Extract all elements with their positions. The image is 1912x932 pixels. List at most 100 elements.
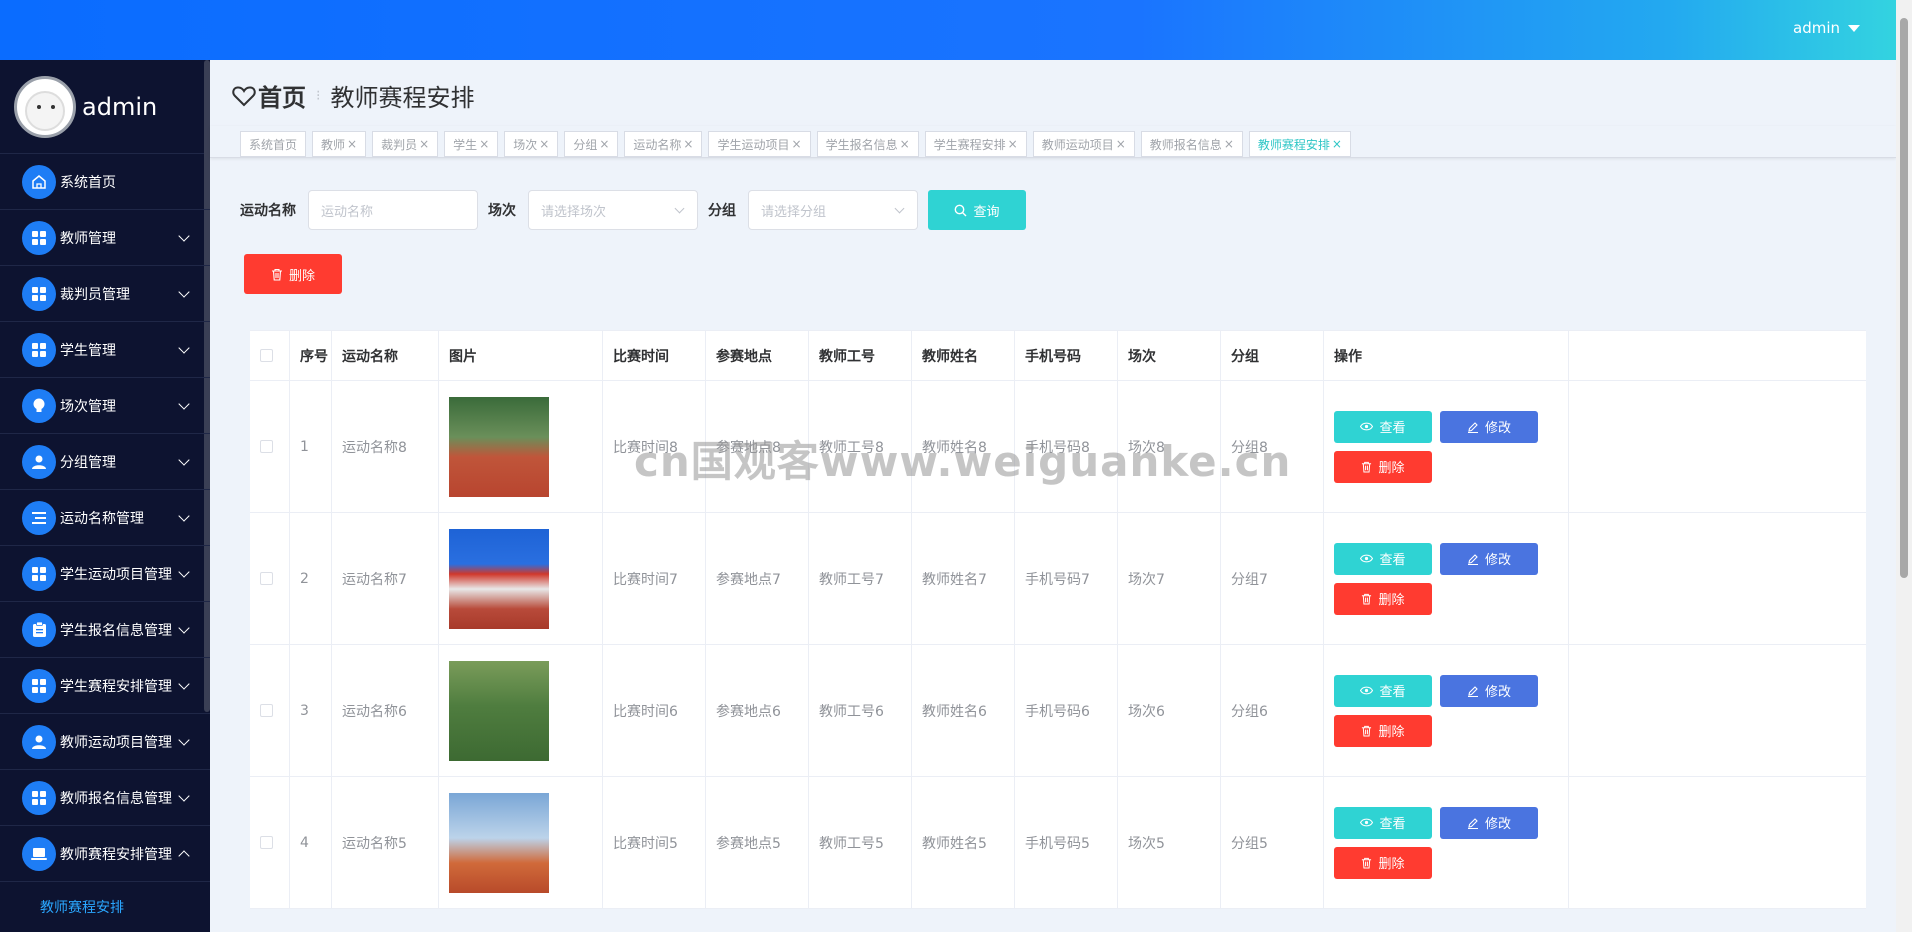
sidebar-item-label: 学生赛程安排管理 — [60, 678, 172, 695]
close-icon[interactable]: × — [599, 137, 609, 151]
tab-tag[interactable]: 学生报名信息 × — [816, 131, 919, 157]
sidebar-item[interactable]: 系统首页 — [0, 154, 210, 210]
round-select[interactable]: 请选择场次 — [528, 190, 698, 230]
tab-tag-label: 场次 — [513, 137, 538, 152]
close-icon[interactable]: × — [347, 137, 357, 151]
close-icon[interactable]: × — [1116, 137, 1126, 151]
close-icon[interactable]: × — [792, 137, 802, 151]
sidebar-item-label: 分组管理 — [60, 454, 116, 471]
sport-photo[interactable] — [449, 660, 549, 761]
cell-place: 参赛地点8 — [706, 381, 809, 512]
column-header: 比赛时间 — [603, 331, 706, 380]
cell-name: 运动名称7 — [332, 513, 439, 644]
query-button[interactable]: 查询 — [928, 190, 1026, 230]
close-icon[interactable]: × — [479, 137, 489, 151]
query-button-label: 查询 — [973, 204, 1000, 220]
bulb-icon — [22, 388, 56, 423]
sidebar-item[interactable]: 教师管理 — [0, 210, 210, 266]
delete-button[interactable]: 删除 — [1334, 714, 1432, 747]
bear-eye — [51, 104, 55, 109]
view-button[interactable]: 查看 — [1334, 410, 1432, 443]
cell-time: 比赛时间6 — [603, 645, 706, 776]
sidebar-item[interactable]: 教师运动项目管理 — [0, 714, 210, 770]
group-select[interactable]: 请选择分组 — [748, 190, 918, 230]
sidebar: admin 系统首页 教师管理 裁判员管理 学生管理 场次管理分组管理运动名称管理 学生运… — [0, 60, 210, 932]
tab-tag[interactable]: 学生运动项目 × — [708, 131, 811, 157]
tab-tag[interactable]: 运动名称 × — [624, 131, 703, 157]
column-header: 序号 — [290, 331, 332, 380]
sidebar-item[interactable]: 学生运动项目管理 — [0, 546, 210, 602]
view-button[interactable]: 查看 — [1334, 806, 1432, 839]
user-icon — [22, 724, 56, 759]
batch-delete-button[interactable]: 删除 — [244, 254, 342, 294]
tab-tag[interactable]: 裁判员 × — [372, 131, 439, 157]
tab-tag[interactable]: 场次 × — [504, 131, 559, 157]
tab-tag-label: 学生赛程安排 — [933, 137, 1006, 152]
delete-button[interactable]: 删除 — [1334, 450, 1432, 483]
close-icon[interactable]: × — [1224, 137, 1234, 151]
close-icon[interactable]: × — [900, 137, 910, 151]
sidebar-item[interactable]: 运动名称管理 — [0, 490, 210, 546]
sidebar-item[interactable]: 学生赛程安排管理 — [0, 658, 210, 714]
tab-tag[interactable]: 学生 × — [444, 131, 499, 157]
cell-place: 参赛地点7 — [706, 513, 809, 644]
page-scrollbar[interactable] — [1896, 0, 1912, 932]
close-icon[interactable]: × — [683, 137, 693, 151]
column-header: 参赛地点 — [706, 331, 809, 380]
select-all-checkbox[interactable] — [260, 349, 273, 362]
row-checkbox[interactable] — [260, 836, 273, 849]
tab-tag[interactable]: 学生赛程安排 × — [924, 131, 1027, 157]
row-checkbox[interactable] — [260, 704, 273, 717]
edit-icon — [1467, 553, 1479, 565]
sidebar-item[interactable]: 教师报名信息管理 — [0, 770, 210, 826]
tab-tag[interactable]: 分组 × — [564, 131, 619, 157]
caret-down-icon — [1848, 24, 1860, 32]
cell-index: 2 — [290, 513, 332, 644]
view-button[interactable]: 查看 — [1334, 674, 1432, 707]
sport-photo[interactable] — [449, 528, 549, 629]
row-checkbox[interactable] — [260, 440, 273, 453]
sidebar-item[interactable]: 教师赛程安排管理 — [0, 826, 210, 882]
tab-tag[interactable]: 系统首页 — [240, 131, 307, 157]
eye-icon — [1360, 686, 1374, 695]
cell-index: 3 — [290, 645, 332, 776]
close-icon[interactable]: × — [1332, 137, 1342, 151]
sidebar-item-label: 教师报名信息管理 — [60, 790, 172, 807]
breadcrumb-home[interactable]: 首页 — [232, 78, 306, 113]
chevron-down-icon — [178, 286, 190, 298]
sport-name-input[interactable]: 运动名称 — [308, 190, 478, 230]
close-icon[interactable]: × — [419, 137, 429, 151]
edit-button[interactable]: 修改 — [1440, 410, 1538, 443]
user-menu[interactable]: admin — [1793, 19, 1860, 37]
sport-photo[interactable] — [449, 396, 549, 497]
sidebar-item[interactable]: 裁判员管理 — [0, 266, 210, 322]
sidebar-item[interactable]: 学生报名信息管理 — [0, 602, 210, 658]
delete-button[interactable]: 删除 — [1334, 582, 1432, 615]
chevron-down-icon — [178, 454, 190, 466]
sport-photo[interactable] — [449, 792, 549, 893]
tab-tag[interactable]: 教师报名信息 × — [1140, 131, 1243, 157]
page-scrollbar-thumb[interactable] — [1900, 18, 1908, 578]
view-button[interactable]: 查看 — [1334, 542, 1432, 575]
profile-name: admin — [82, 92, 158, 121]
edit-button[interactable]: 修改 — [1440, 674, 1538, 707]
sidebar-subitem-teacher-schedule[interactable]: 教师赛程安排 — [0, 882, 210, 932]
trash-icon — [1361, 593, 1372, 605]
edit-button[interactable]: 修改 — [1440, 542, 1538, 575]
tab-tag[interactable]: 教师赛程安排 × — [1248, 131, 1351, 157]
edit-button[interactable]: 修改 — [1440, 806, 1538, 839]
delete-button[interactable]: 删除 — [1334, 846, 1432, 879]
sidebar-item[interactable]: 学生管理 — [0, 322, 210, 378]
close-icon[interactable]: × — [539, 137, 549, 151]
tab-tag-label: 教师赛程安排 — [1257, 137, 1330, 152]
view-button-label: 查看 — [1379, 817, 1406, 832]
close-icon[interactable]: × — [1008, 137, 1018, 151]
tab-tag[interactable]: 教师 × — [312, 131, 367, 157]
tab-tag[interactable]: 教师运动项目 × — [1032, 131, 1135, 157]
view-button-label: 查看 — [1379, 421, 1406, 436]
delete-button-label: 删除 — [1378, 593, 1405, 608]
row-actions: 查看 修改删除 — [1334, 542, 1554, 615]
row-checkbox[interactable] — [260, 572, 273, 585]
sidebar-item[interactable]: 分组管理 — [0, 434, 210, 490]
sidebar-item[interactable]: 场次管理 — [0, 378, 210, 434]
